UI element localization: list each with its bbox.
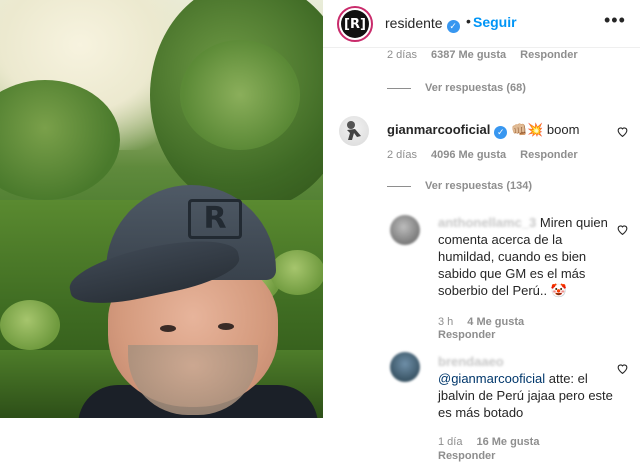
reply-button[interactable]: Responder xyxy=(438,329,495,341)
post-header: [R] residente ✓ • Seguir ••• xyxy=(323,0,640,48)
follow-button[interactable]: Seguir xyxy=(473,14,517,30)
reply-age: 3 h xyxy=(438,316,454,328)
comment-meta: 2 días 4096 Me gusta Responder xyxy=(387,149,592,161)
view-replies-label: Ver respuestas (68) xyxy=(425,82,526,94)
tree xyxy=(180,40,300,150)
reply-meta-line2: Responder xyxy=(438,450,509,462)
avatar[interactable]: [R] xyxy=(337,6,373,42)
reply-body: anthonellamc_3 Miren quien comenta acerc… xyxy=(438,214,613,299)
heart-icon[interactable] xyxy=(616,223,629,236)
reply-likes[interactable]: 4 Me gusta xyxy=(467,316,524,328)
reply-button[interactable]: Responder xyxy=(520,49,577,61)
comment-body: gianmarcooficial ✓ 👊🏼💥 boom xyxy=(387,121,597,139)
avatar-figure xyxy=(347,121,361,140)
view-replies-label: Ver respuestas (134) xyxy=(425,180,533,192)
avatar[interactable] xyxy=(390,215,420,245)
view-replies-button[interactable]: Ver respuestas (134) xyxy=(387,180,532,192)
comment-age: 2 días xyxy=(387,149,417,161)
replies-divider xyxy=(387,185,411,187)
replies-divider xyxy=(387,87,411,89)
mention-link[interactable]: @gianmarcooficial xyxy=(438,371,545,386)
more-icon[interactable]: ••• xyxy=(604,10,626,31)
comment-age: 2 días xyxy=(387,49,417,61)
comment-likes[interactable]: 6387 Me gusta xyxy=(431,49,506,61)
reply-button[interactable]: Responder xyxy=(520,149,577,161)
eye xyxy=(218,323,234,330)
heart-shape xyxy=(617,225,628,236)
comment-meta: 2 días 6387 Me gusta Responder xyxy=(387,49,592,61)
avatar[interactable] xyxy=(339,116,369,146)
verified-icon: ✓ xyxy=(494,126,508,139)
reply-age: 1 día xyxy=(438,436,463,448)
eye xyxy=(160,325,176,332)
heart-shape xyxy=(617,364,628,375)
reply-meta: 1 día 16 Me gusta xyxy=(438,436,553,448)
reply-body: brendaaeo @gianmarcooficial atte: el jba… xyxy=(438,353,613,421)
person-in-cap: R xyxy=(64,185,318,418)
reply-likes[interactable]: 16 Me gusta xyxy=(476,436,539,448)
reply-meta: 3 h 4 Me gusta xyxy=(438,316,538,328)
avatar-logo: [R] xyxy=(341,10,369,38)
comment-likes[interactable]: 4096 Me gusta xyxy=(431,149,506,161)
reply-username[interactable]: anthonellamc_3 xyxy=(438,215,536,230)
post-video[interactable]: R xyxy=(0,0,323,418)
header-user: residente ✓ xyxy=(385,15,460,33)
cap-logo: R xyxy=(188,199,242,239)
heart-icon[interactable] xyxy=(616,125,629,138)
verified-icon: ✓ xyxy=(446,20,460,33)
heart-shape xyxy=(617,127,628,138)
bush xyxy=(0,300,60,350)
reply-username[interactable]: brendaaeo xyxy=(438,354,504,369)
comment-username[interactable]: gianmarcooficial xyxy=(387,122,490,137)
comment-text: 👊🏼💥 boom xyxy=(510,122,580,137)
heart-icon[interactable] xyxy=(616,362,629,375)
separator-dot: • xyxy=(466,13,471,29)
username-link[interactable]: residente xyxy=(385,15,443,31)
reply-button[interactable]: Responder xyxy=(438,450,495,462)
avatar[interactable] xyxy=(390,352,420,382)
view-replies-button[interactable]: Ver respuestas (68) xyxy=(387,82,526,94)
reply-meta-line2: Responder xyxy=(438,329,509,341)
